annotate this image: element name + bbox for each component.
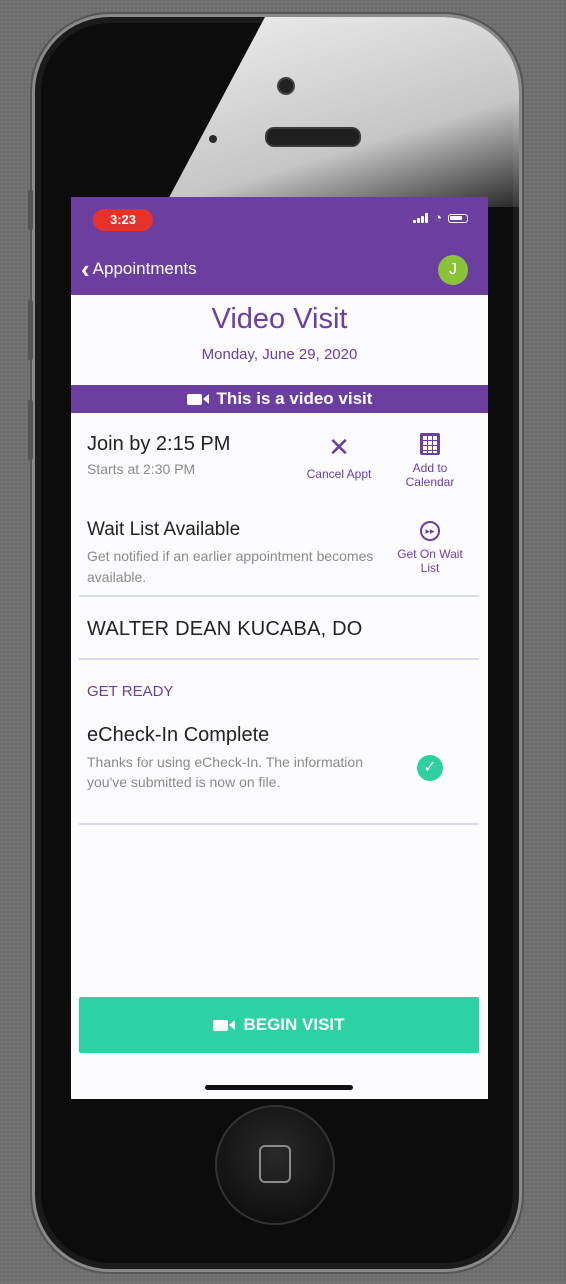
- echeck-in-description: Thanks for using eCheck-In. The informat…: [87, 754, 363, 790]
- volume-down-button: [28, 400, 33, 460]
- cancel-appt-label: Cancel Appt: [306, 467, 372, 481]
- visit-header: Video Visit Monday, June 29, 2020: [71, 303, 488, 363]
- check-circle-icon: ✓: [417, 755, 443, 781]
- get-ready-heading: GET READY: [87, 683, 174, 700]
- chevron-left-icon: ‹: [81, 254, 90, 284]
- wait-list-title: Wait List Available: [87, 519, 241, 540]
- earpiece-speaker: [265, 127, 361, 147]
- battery-icon: [448, 213, 468, 223]
- begin-visit-button[interactable]: BEGIN VISIT: [79, 997, 479, 1053]
- add-to-calendar-label: Add to Calendar: [405, 461, 455, 489]
- alarm-clock-icon: ▸▸: [420, 521, 440, 541]
- mute-switch: [28, 190, 33, 230]
- status-time: 3:23: [93, 209, 153, 231]
- calendar-icon: [420, 433, 440, 455]
- status-icons: ◔: [413, 210, 468, 225]
- get-on-wait-list-label: Get On Wait List: [397, 547, 463, 575]
- video-camera-icon: [213, 1019, 236, 1031]
- home-button[interactable]: [215, 1105, 335, 1225]
- visit-date: Monday, June 29, 2020: [201, 346, 358, 363]
- begin-visit-label: BEGIN VISIT: [243, 1015, 345, 1034]
- divider: [79, 823, 479, 825]
- divider: [79, 595, 479, 597]
- join-by-text: Join by 2:15 PM: [87, 433, 231, 455]
- signal-icon: [413, 213, 429, 223]
- banner-text: This is a video visit: [216, 389, 373, 408]
- proximity-sensor: [209, 135, 217, 143]
- wait-list-description: Get notified if an earlier appointment b…: [87, 548, 374, 585]
- volume-up-button: [28, 300, 33, 360]
- screen-glare: [163, 17, 519, 207]
- wifi-icon: ◔: [434, 210, 442, 225]
- video-camera-icon: [186, 393, 209, 405]
- close-icon: ✕: [328, 432, 350, 462]
- provider-name: WALTER DEAN KUCABA, DO: [87, 618, 363, 640]
- back-label: Appointments: [92, 259, 197, 278]
- video-visit-banner: This is a video visit: [71, 385, 488, 413]
- avatar[interactable]: J: [438, 255, 468, 285]
- add-to-calendar-button[interactable]: Add to Calendar: [397, 433, 463, 489]
- phone-frame: 3:23 ◔ ‹ Appointments J Video Visit Mond…: [32, 14, 522, 1272]
- home-indicator[interactable]: [205, 1085, 353, 1090]
- starts-at-text: Starts at 2:30 PM: [87, 461, 196, 477]
- status-bar: 3:23 ◔: [71, 197, 488, 245]
- divider: [79, 658, 479, 660]
- echeck-in-title: eCheck-In Complete: [87, 724, 270, 746]
- cancel-appt-button[interactable]: ✕ Cancel Appt: [297, 433, 381, 481]
- back-button[interactable]: ‹ Appointments: [81, 254, 197, 284]
- home-square-icon: [259, 1145, 291, 1183]
- app-screen: 3:23 ◔ ‹ Appointments J Video Visit Mond…: [71, 197, 488, 1099]
- get-on-wait-list-button[interactable]: ▸▸ Get On Wait List: [397, 521, 463, 575]
- nav-bar: ‹ Appointments J: [71, 245, 488, 295]
- page-title: Video Visit: [211, 303, 348, 335]
- front-camera: [277, 77, 295, 95]
